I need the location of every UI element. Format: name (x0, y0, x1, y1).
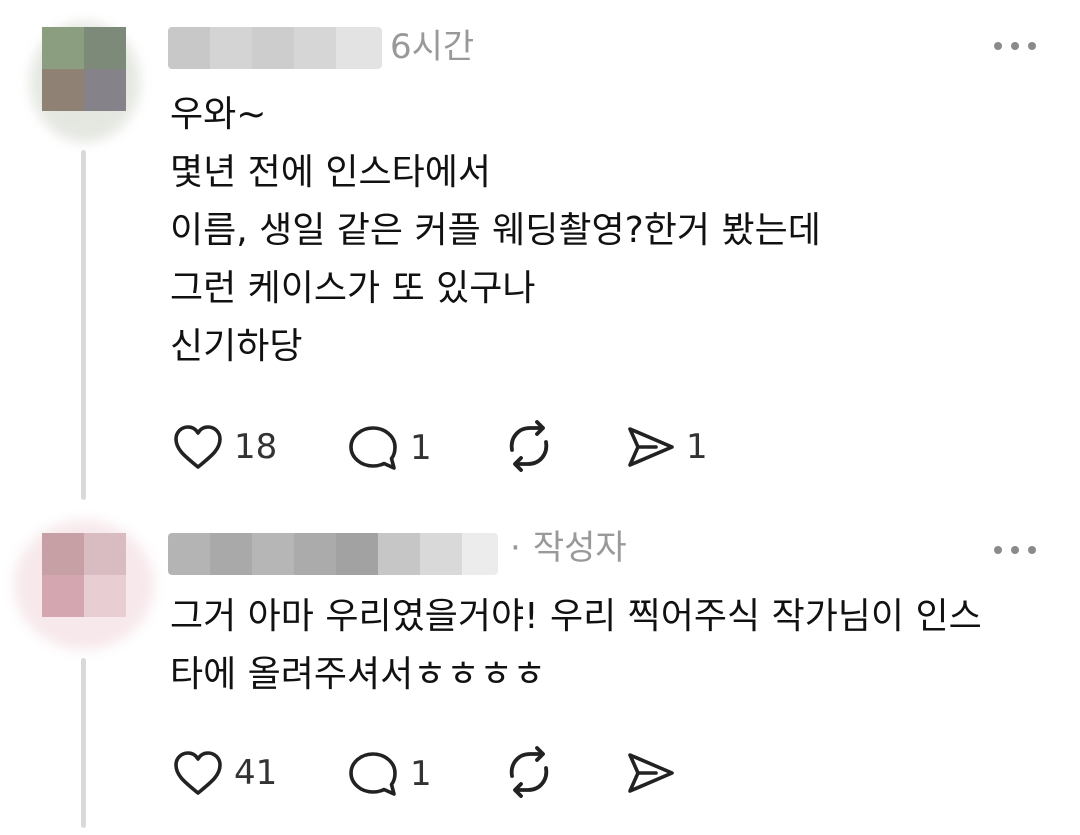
meta-separator: · (510, 528, 521, 568)
heart-icon (174, 425, 222, 469)
send-icon (628, 753, 674, 793)
repost-icon (509, 420, 549, 472)
reply-button[interactable]: 1 (346, 749, 432, 799)
comment-line: 몇년 전에 인스타에서 (170, 152, 491, 193)
comment-line: 이름, 생일 같은 커플 웨딩촬영?한거 봤는데 (170, 210, 821, 251)
repost-button[interactable] (500, 420, 558, 472)
comment-icon (349, 426, 397, 470)
like-count: 41 (234, 753, 278, 793)
avatar[interactable] (42, 533, 126, 617)
comment-line: 그거 아마 우리였을거야! 우리 찍어주식 작가님이 인스 (170, 596, 982, 637)
reply-button[interactable]: 1 (346, 423, 432, 473)
repost-icon (509, 746, 549, 798)
like-button[interactable]: 41 (172, 749, 277, 797)
more-icon[interactable] (994, 546, 1036, 554)
username-blurred[interactable] (168, 27, 382, 69)
share-button[interactable]: 1 (626, 423, 708, 471)
share-button[interactable] (626, 749, 676, 797)
avatar[interactable] (42, 27, 126, 111)
author-meta: · 작성자 (510, 527, 627, 569)
comment-text: 그거 아마 우리였을거야! 우리 찍어주식 작가님이 인스 타에 올려주셔서ㅎㅎ… (170, 588, 982, 704)
repost-button[interactable] (500, 746, 558, 798)
author-badge: 작성자 (532, 528, 627, 568)
reply-count: 1 (410, 428, 432, 468)
more-icon[interactable] (994, 42, 1036, 50)
username-blurred[interactable] (168, 533, 498, 575)
send-icon (628, 427, 674, 467)
comment-line: 신기하당 (170, 326, 303, 367)
timestamp: 6시간 (390, 27, 475, 67)
like-count: 18 (234, 427, 278, 467)
heart-icon (174, 751, 222, 795)
thread-line (81, 658, 86, 828)
comment-line: 그런 케이스가 또 있구나 (170, 268, 536, 309)
comment-icon (349, 752, 397, 796)
thread-line (81, 150, 86, 500)
comment-line: 우와~ (170, 94, 267, 135)
comment-line: 타에 올려주셔서ㅎㅎㅎㅎ (170, 654, 546, 695)
reply-count: 1 (410, 754, 432, 794)
share-count: 1 (686, 427, 708, 467)
like-button[interactable]: 18 (172, 423, 277, 471)
comment-text: 우와~ 몇년 전에 인스타에서 이름, 생일 같은 커플 웨딩촬영?한거 봤는데… (170, 86, 821, 376)
